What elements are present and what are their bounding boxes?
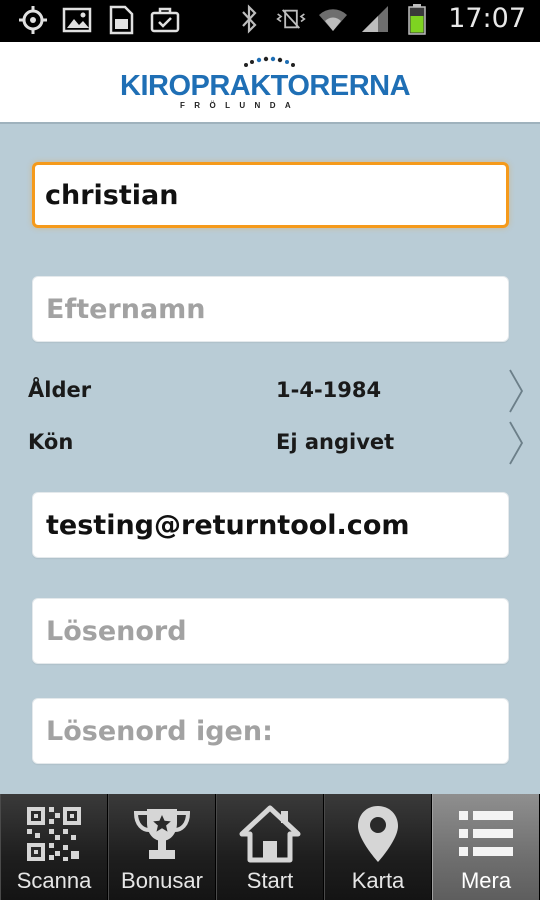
age-label: Ålder [28,378,92,402]
tab-label: Mera [460,868,512,893]
status-bar: 17:07 [0,0,540,42]
tab-label: Bonusar [121,868,203,893]
tab-start[interactable]: Start [216,794,324,900]
clock: 17:07 [448,3,526,34]
last-name-input[interactable] [33,277,508,341]
last-name-field[interactable] [32,276,509,342]
app-header: KIROPRAKTORERNA FRÖLUNDA [0,42,540,124]
age-value: 1-4-1984 [276,378,382,402]
gender-value: Ej angivet [276,430,395,454]
bluetooth-icon [234,3,264,34]
password-repeat-field[interactable] [32,698,509,764]
wifi-icon [318,4,348,34]
email-input[interactable] [33,493,508,557]
password-field[interactable] [32,598,509,664]
tab-scanna[interactable]: Scanna [0,794,108,900]
tab-label: Karta [351,868,405,893]
tab-label: Start [246,868,294,893]
home-icon [238,804,302,864]
tab-label: Scanna [16,868,92,893]
logo-subtext: FRÖLUNDA [180,101,301,110]
tab-mera[interactable]: Mera [432,794,540,900]
logo-dots-icon [244,56,295,67]
gender-row[interactable]: Kön Ej angivet [0,420,540,468]
brand-logo: KIROPRAKTORERNA FRÖLUNDA [120,56,420,116]
qr-code-icon [22,804,86,864]
first-name-input[interactable] [35,165,506,225]
password-repeat-input[interactable] [33,699,508,763]
chevron-right-icon [509,421,524,465]
logo-text: KIROPRAKTORERNA [120,70,411,102]
menu-list-icon [454,804,518,864]
age-row[interactable]: Ålder 1-4-1984 [0,368,540,416]
signal-icon [360,4,390,34]
sd-card-icon [106,5,136,35]
tab-bonusar[interactable]: Bonusar [108,794,216,900]
email-field[interactable] [32,492,509,558]
gender-label: Kön [28,430,74,454]
gps-icon [18,5,48,35]
vibrate-icon [276,4,306,34]
chevron-right-icon [509,369,524,413]
password-input[interactable] [33,599,508,663]
battery-icon [402,3,432,35]
trophy-icon [130,804,194,864]
tab-karta[interactable]: Karta [324,794,432,900]
first-name-field[interactable] [32,162,509,228]
bottom-tab-bar: Scanna Bonusar Start Karta Mera [0,794,540,900]
gallery-icon [62,5,92,35]
briefcase-icon [150,5,180,35]
map-pin-icon [346,804,410,864]
